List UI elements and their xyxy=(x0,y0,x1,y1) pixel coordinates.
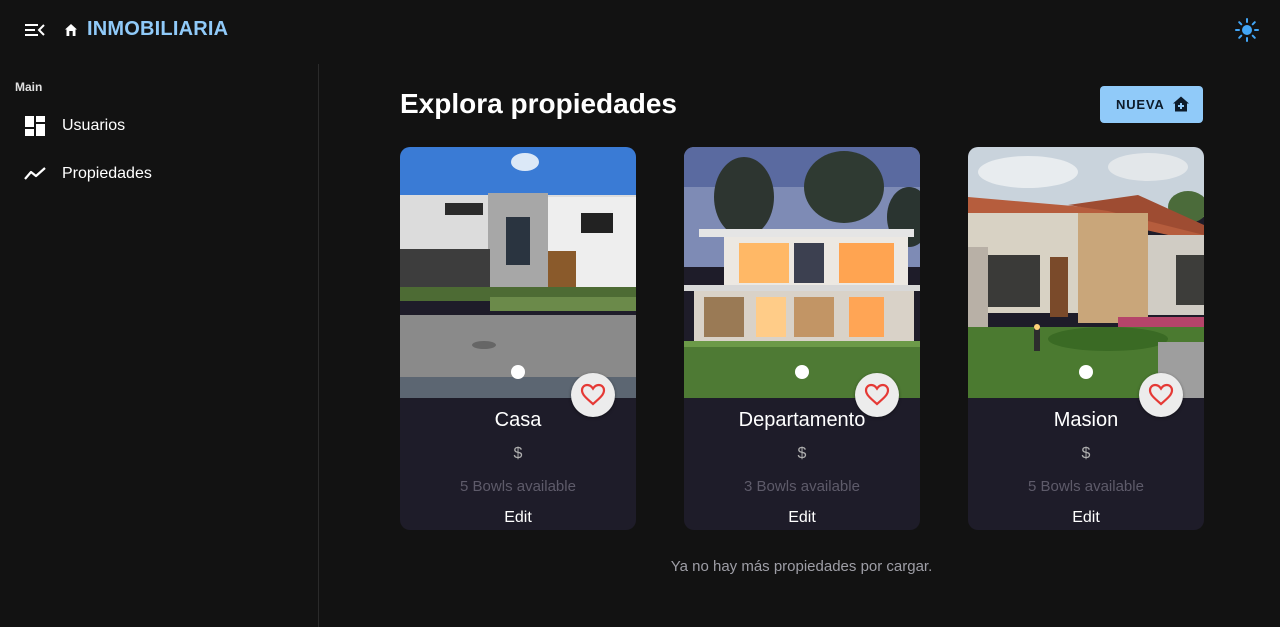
property-card[interactable]: Casa $ 5 Bowls available Edit xyxy=(400,147,636,530)
property-name: Departamento xyxy=(738,409,866,431)
property-price: $ xyxy=(797,445,807,462)
edit-button[interactable]: Edit xyxy=(968,509,1204,527)
sidebar-item-label: Usuarios xyxy=(62,117,126,134)
sidebar-item-usuarios[interactable]: Usuarios xyxy=(0,104,318,148)
single-story-tile-roof-house-photo[interactable] xyxy=(968,147,1204,398)
carousel-dot[interactable] xyxy=(1079,365,1093,379)
sidebar-item-propiedades[interactable]: Propiedades xyxy=(0,152,318,196)
brand-title[interactable]: INMOBILIARIA xyxy=(87,18,228,41)
new-button-label: NUEVA xyxy=(1116,97,1165,112)
edit-button[interactable]: Edit xyxy=(400,509,636,527)
dashboard-icon xyxy=(24,115,46,137)
sidebar-item-label: Propiedades xyxy=(62,165,152,182)
property-card[interactable]: Departamento $ 3 Bowls available Edit xyxy=(684,147,920,530)
end-of-list-message: Ya no hay más propiedades por cargar. xyxy=(670,558,933,575)
menu-open-icon[interactable] xyxy=(22,20,46,40)
page-title: Explora propiedades xyxy=(400,88,677,119)
add-home-icon xyxy=(1172,95,1190,113)
edit-button[interactable]: Edit xyxy=(684,509,920,527)
home-icon xyxy=(63,22,79,38)
trending-line-icon xyxy=(24,163,46,185)
property-availability: 5 Bowls available xyxy=(460,478,576,495)
property-price: $ xyxy=(513,445,523,462)
sun-icon[interactable] xyxy=(1234,17,1260,43)
sidebar-section-title: Main xyxy=(15,80,43,94)
property-name: Masion xyxy=(1053,409,1119,431)
app-bar: INMOBILIARIA xyxy=(0,0,1280,60)
property-availability: 5 Bowls available xyxy=(1028,478,1144,495)
carousel-dot[interactable] xyxy=(511,365,525,379)
property-name: Casa xyxy=(494,409,542,431)
property-price: $ xyxy=(1081,445,1091,462)
two-story-house-dusk-photo[interactable] xyxy=(684,147,920,398)
property-availability: 3 Bowls available xyxy=(744,478,860,495)
carousel-dot[interactable] xyxy=(795,365,809,379)
new-property-button[interactable]: NUEVA xyxy=(1100,86,1203,123)
modern-white-house-photo[interactable] xyxy=(400,147,636,398)
sidebar: Main Usuarios Propiedades xyxy=(0,64,319,627)
property-card[interactable]: Masion $ 5 Bowls available Edit xyxy=(968,147,1204,530)
